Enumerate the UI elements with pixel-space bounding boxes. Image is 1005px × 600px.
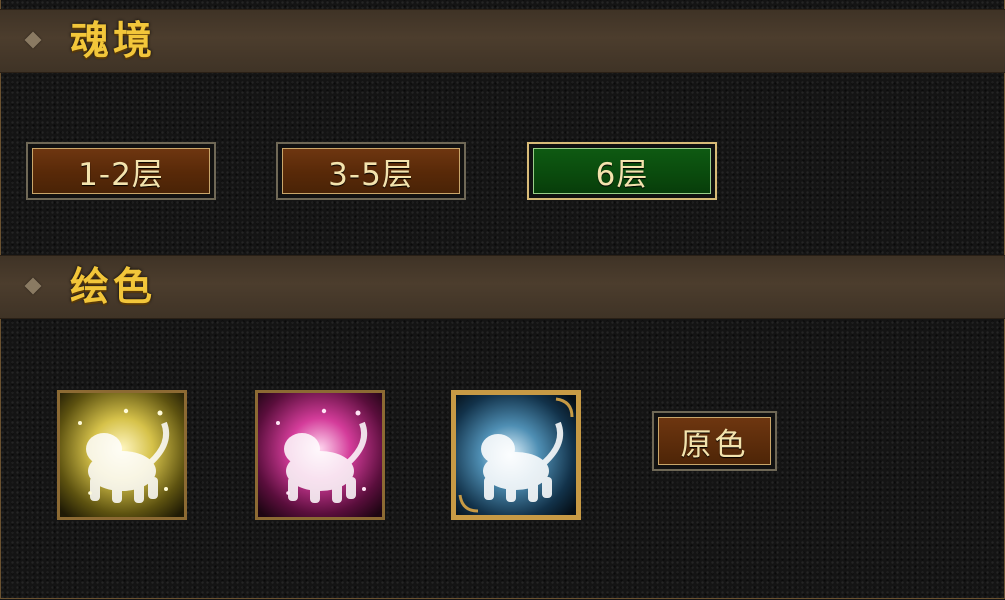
diamond-bullet-icon — [24, 277, 42, 295]
color-option-ice[interactable] — [451, 390, 581, 520]
ice-tiger-icon — [456, 395, 576, 515]
section-header-soul-realm: 魂境 — [0, 9, 1005, 73]
color-option-gold[interactable] — [57, 390, 187, 520]
original-color-button[interactable]: 原色 — [652, 411, 777, 471]
layer-button-1-2[interactable]: 1-2层 — [26, 142, 216, 200]
gold-tiger-icon — [60, 393, 184, 517]
section-title-paint-color: 绘色 — [70, 264, 157, 310]
layer-button-3-5[interactable]: 3-5层 — [276, 142, 466, 200]
layer-button-6[interactable]: 6层 — [527, 142, 717, 200]
original-color-label: 原色 — [658, 417, 771, 465]
color-option-pink[interactable] — [255, 390, 385, 520]
pink-tiger-icon — [258, 393, 382, 517]
section-title-soul-realm: 魂境 — [70, 18, 157, 64]
layer-button-label: 3-5层 — [282, 148, 460, 194]
diamond-bullet-icon — [24, 31, 42, 49]
section-header-paint-color: 绘色 — [0, 255, 1005, 319]
layer-button-label: 1-2层 — [32, 148, 210, 194]
layer-button-label: 6层 — [533, 148, 711, 194]
